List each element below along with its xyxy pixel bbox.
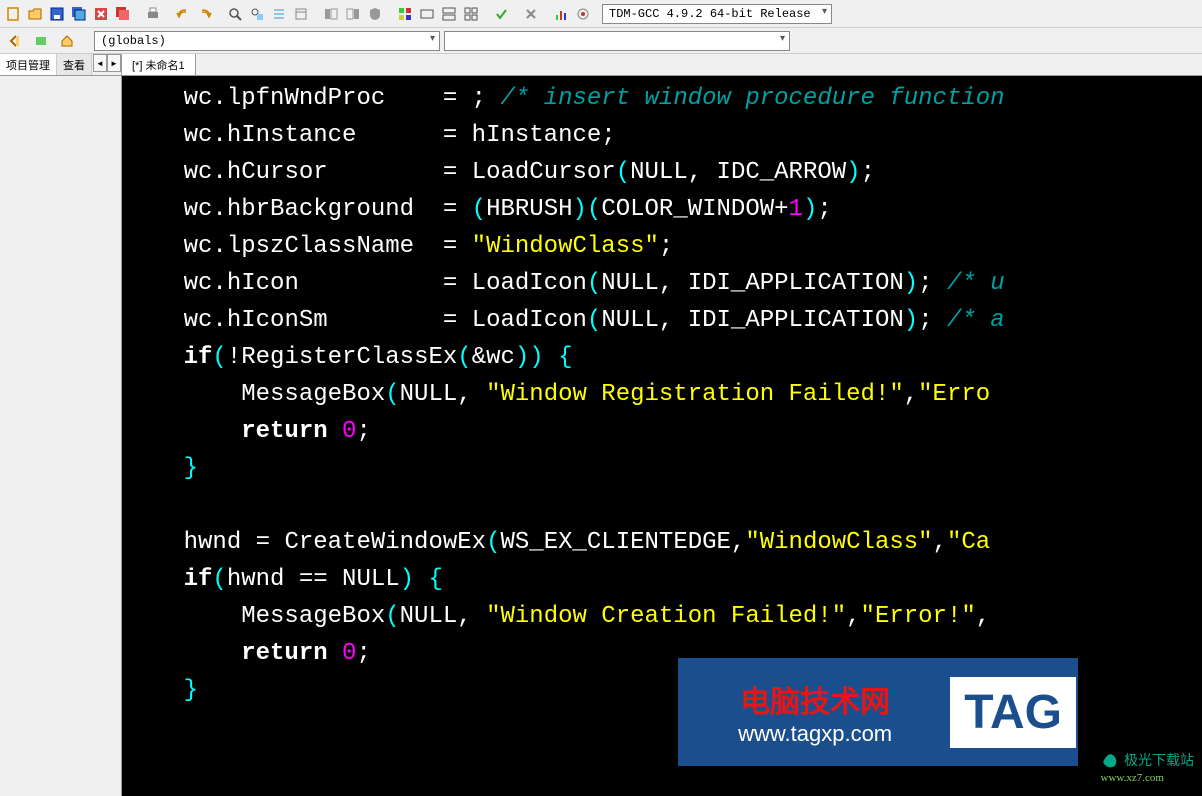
compiler-select[interactable]: TDM-GCC 4.9.2 64-bit Release xyxy=(602,4,832,24)
code-line[interactable]: } xyxy=(126,450,1202,487)
scope-select[interactable]: (globals) xyxy=(94,31,440,51)
code-line[interactable]: MessageBox(NULL, "Window Registration Fa… xyxy=(126,376,1202,413)
close-all-icon[interactable] xyxy=(113,4,133,24)
tab-next-icon[interactable]: ► xyxy=(107,54,121,72)
code-line[interactable]: wc.lpfnWndProc = ; /* insert window proc… xyxy=(126,80,1202,117)
tab-prev-icon[interactable]: ◄ xyxy=(93,54,107,72)
code-line[interactable]: wc.hbrBackground = (HBRUSH)(COLOR_WINDOW… xyxy=(126,191,1202,228)
watermark-overlay: 电脑技术网 www.tagxp.com TAG xyxy=(678,658,1078,766)
back-icon[interactable] xyxy=(5,31,25,51)
print-icon[interactable] xyxy=(143,4,163,24)
file-tab-bar: [*] 未命名1 xyxy=(122,54,1202,76)
replace-icon[interactable] xyxy=(247,4,267,24)
sidebar-tab-project[interactable]: 项目管理 xyxy=(0,54,57,75)
open-file-icon[interactable] xyxy=(25,4,45,24)
undo-icon[interactable] xyxy=(173,4,193,24)
brand-url: www.xz7.com xyxy=(1101,772,1195,784)
save-icon[interactable] xyxy=(47,4,67,24)
code-line[interactable]: return 0; xyxy=(126,413,1202,450)
save-all-icon[interactable] xyxy=(69,4,89,24)
code-line[interactable]: wc.hInstance = hInstance; xyxy=(126,117,1202,154)
home-icon[interactable] xyxy=(57,31,77,51)
sidebar-tab-view[interactable]: 查看 xyxy=(57,54,92,75)
redo-icon[interactable] xyxy=(195,4,215,24)
toggle-panel2-icon[interactable] xyxy=(343,4,363,24)
stop-icon[interactable] xyxy=(521,4,541,24)
code-line[interactable]: wc.hIcon = LoadIcon(NULL, IDI_APPLICATIO… xyxy=(126,265,1202,302)
code-line[interactable]: hwnd = CreateWindowEx(WS_EX_CLIENTEDGE,"… xyxy=(126,524,1202,561)
find-icon[interactable] xyxy=(225,4,245,24)
watermark-title: 电脑技术网 xyxy=(680,677,950,721)
layout1-icon[interactable] xyxy=(395,4,415,24)
brand-name: 极光下载站 xyxy=(1124,754,1194,769)
left-sidebar: 项目管理 查看 ◄ ► xyxy=(0,54,122,796)
forward-icon[interactable] xyxy=(31,31,51,51)
file-tab[interactable]: [*] 未命名1 xyxy=(122,54,196,75)
debug-icon[interactable] xyxy=(573,4,593,24)
layout2-icon[interactable] xyxy=(417,4,437,24)
watermark-tag: TAG xyxy=(950,677,1076,748)
main-toolbar: TDM-GCC 4.9.2 64-bit Release xyxy=(0,0,1202,28)
goto-icon[interactable] xyxy=(269,4,289,24)
main-area: [*] 未命名1 wc.lpfnWndProc = ; /* insert wi… xyxy=(122,54,1202,796)
layout3-icon[interactable] xyxy=(439,4,459,24)
secondary-toolbar: (globals) xyxy=(0,28,1202,54)
code-line[interactable]: wc.lpszClassName = "WindowClass"; xyxy=(126,228,1202,265)
compile-icon[interactable] xyxy=(491,4,511,24)
code-line[interactable]: if(hwnd == NULL) { xyxy=(126,561,1202,598)
shield-icon[interactable] xyxy=(365,4,385,24)
code-line[interactable]: wc.hIconSm = LoadIcon(NULL, IDI_APPLICAT… xyxy=(126,302,1202,339)
profile-icon[interactable] xyxy=(551,4,571,24)
toggle-panel1-icon[interactable] xyxy=(321,4,341,24)
new-file-icon[interactable] xyxy=(3,4,23,24)
code-line[interactable]: wc.hCursor = LoadCursor(NULL, IDC_ARROW)… xyxy=(126,154,1202,191)
close-icon[interactable] xyxy=(91,4,111,24)
brand-overlay: 极光下载站 www.xz7.com xyxy=(1101,750,1195,784)
layout4-icon[interactable] xyxy=(461,4,481,24)
code-line[interactable]: if(!RegisterClassEx(&wc)) { xyxy=(126,339,1202,376)
bookmark-icon[interactable] xyxy=(291,4,311,24)
code-line[interactable]: MessageBox(NULL, "Window Creation Failed… xyxy=(126,598,1202,635)
watermark-url: www.tagxp.com xyxy=(680,721,950,747)
member-select[interactable] xyxy=(444,31,790,51)
